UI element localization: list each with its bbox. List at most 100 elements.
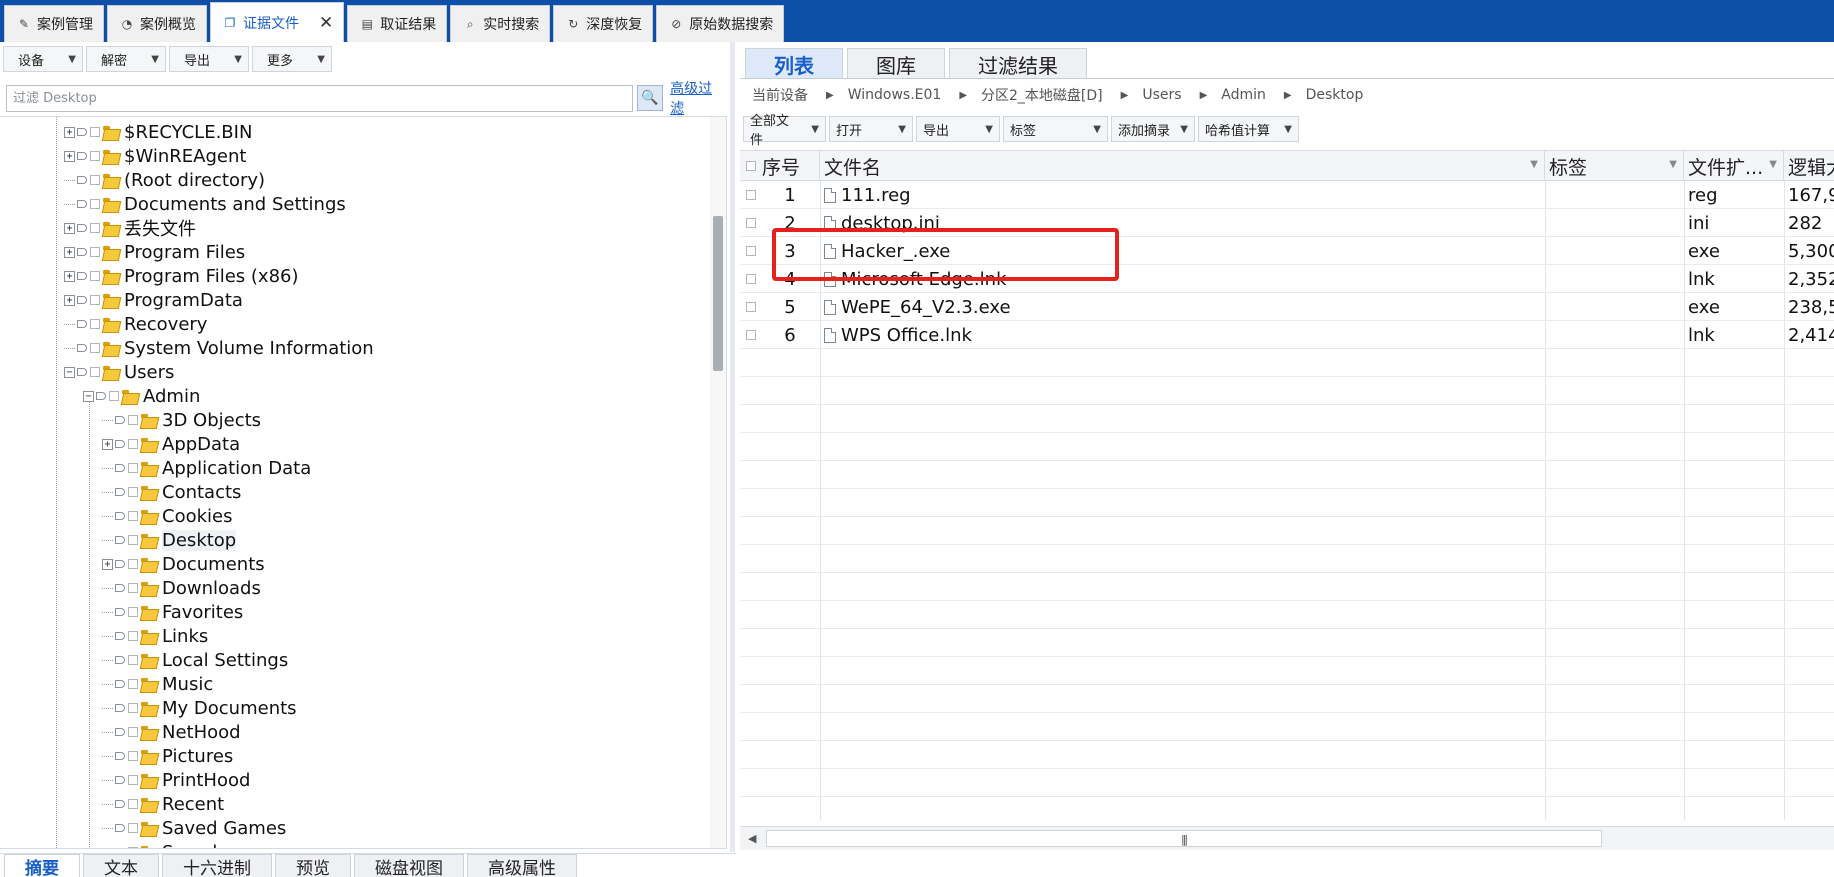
breadcrumb-item[interactable]: 当前设备 [752,85,808,105]
filter-icon[interactable]: ▼ [1769,159,1777,170]
tree-node[interactable]: + AppData [102,432,240,456]
tab-hex[interactable]: 十六进制 [162,854,272,877]
tree-checkbox[interactable] [90,199,100,209]
tree-checkbox[interactable] [128,703,138,713]
breadcrumb-item[interactable]: Desktop [1306,87,1364,103]
scrollbar-thumb[interactable] [713,216,723,371]
tree-node[interactable]: NetHood [102,720,241,744]
expand-icon[interactable]: + [64,222,75,234]
tree-checkbox[interactable] [128,727,138,737]
tree-node[interactable]: (Root directory) [64,168,265,192]
tree-node[interactable]: Saved Games [102,816,286,840]
tree-node[interactable]: + $WinREAgent [64,144,246,168]
row-checkbox[interactable] [746,190,756,200]
pane-splitter[interactable] [730,42,735,852]
table-row[interactable]: 3 Hacker_.exe exe 5,300 [740,237,1834,265]
tree-checkbox[interactable] [128,463,138,473]
tree-node[interactable]: Local Settings [102,648,288,672]
open-dropdown[interactable]: 打开 ▼ [829,116,913,142]
tree-scrollbar[interactable] [710,117,726,848]
tree-node[interactable]: − Users [64,360,174,384]
row-checkbox[interactable] [746,246,756,256]
table-row[interactable]: 5 WePE_64_V2.3.exe exe 238,5 [740,293,1834,321]
tab-disk-view[interactable]: 磁盘视图 [354,854,464,877]
tree-node[interactable]: Links [102,624,208,648]
table-row[interactable]: 2 desktop.ini ini 282 [740,209,1834,237]
tree-checkbox[interactable] [90,319,100,329]
decrypt-dropdown[interactable]: 解密 ▼ [86,46,166,72]
filter-icon[interactable]: ▼ [1530,159,1538,170]
tree-checkbox[interactable] [90,151,100,161]
tree-node[interactable]: Pictures [102,744,233,768]
expand-icon[interactable]: + [64,126,75,138]
horizontal-scrollbar[interactable]: ◀ ||| [740,826,1834,850]
breadcrumb-item[interactable]: Admin [1221,87,1266,103]
tree-node[interactable]: Favorites [102,600,243,624]
filter-input[interactable] [6,84,634,112]
search-button[interactable]: 🔍 [637,85,664,111]
breadcrumb-item[interactable]: Windows.E01 [848,87,942,103]
device-dropdown[interactable]: 设备 ▼ [3,46,83,72]
table-row[interactable]: 1 111.reg reg 167,9 [740,181,1834,209]
tab-preview[interactable]: 预览 [275,854,351,877]
tree-node[interactable]: + ProgramData [64,288,243,312]
tree-checkbox[interactable] [128,511,138,521]
tree-node[interactable]: Music [102,672,213,696]
tree-node[interactable]: Downloads [102,576,261,600]
table-row[interactable]: 4 Microsoft Edge.lnk lnk 2,352 [740,265,1834,293]
column-header-extension[interactable]: 文件扩... ▼ [1684,151,1784,181]
tree-checkbox[interactable] [90,247,100,257]
tree-checkbox[interactable] [128,607,138,617]
tab-filter-results[interactable]: 过滤结果 [949,48,1087,79]
tree-node[interactable]: System Volume Information [64,336,374,360]
tab-summary[interactable]: 摘要 [4,854,80,877]
tree-checkbox[interactable] [90,271,100,281]
tree-checkbox[interactable] [90,223,100,233]
tree-node[interactable]: + Program Files [64,240,245,264]
tree-checkbox[interactable] [128,847,138,848]
tab-raw-data-search[interactable]: ⊘ 原始数据搜索 [656,5,785,42]
breadcrumb-item[interactable]: 分区2_本地磁盘[D] [981,85,1103,105]
tree-checkbox[interactable] [128,415,138,425]
tree-node[interactable]: Contacts [102,480,241,504]
hash-calc-dropdown[interactable]: 哈希值计算 ▼ [1198,116,1299,142]
tree-node[interactable]: My Documents [102,696,297,720]
tree-checkbox[interactable] [90,367,100,377]
tree-node[interactable]: + 丢失文件 [64,216,196,240]
row-checkbox[interactable] [746,274,756,284]
tree-node[interactable]: Documents and Settings [64,192,346,216]
close-icon[interactable]: ✕ [319,13,333,33]
collapse-icon[interactable]: − [83,390,94,402]
expand-icon[interactable]: + [64,270,75,282]
tree-node[interactable]: Recovery [64,312,207,336]
tree-checkbox[interactable] [109,391,119,401]
tree-checkbox[interactable] [128,775,138,785]
tab-evidence-files[interactable]: ❐ 证据文件 ✕ [210,2,345,42]
tree-node[interactable]: − Admin [83,384,200,408]
column-header-tag[interactable]: 标签 ▼ [1545,151,1684,181]
chevron-left-icon[interactable]: ◀ [748,832,756,845]
tree-checkbox[interactable] [128,583,138,593]
row-checkbox[interactable] [746,302,756,312]
tree-checkbox[interactable] [128,655,138,665]
tree-node[interactable]: Recent [102,792,224,816]
tab-realtime-search[interactable]: ⌕ 实时搜索 [450,5,551,42]
column-header-index[interactable]: 序号 [740,151,820,181]
scrollbar-thumb[interactable]: ||| [766,830,1602,847]
tree-checkbox[interactable] [90,127,100,137]
expand-icon[interactable]: + [64,150,75,162]
tree-node[interactable]: + $RECYCLE.BIN [64,120,252,144]
tree-checkbox[interactable] [128,559,138,569]
tab-case-overview[interactable]: ◔ 案例概览 [107,5,207,42]
select-all-checkbox[interactable] [746,161,756,171]
column-header-filename[interactable]: 文件名 ▼ [820,151,1545,181]
expand-icon[interactable]: + [64,294,75,306]
column-header-logical-size[interactable]: 逻辑大 [1784,151,1834,181]
table-row[interactable]: 6 WPS Office.lnk lnk 2,414 [740,321,1834,349]
advanced-filter-link[interactable]: 高级过滤 [670,78,726,118]
tags-dropdown[interactable]: 标签 ▼ [1003,116,1108,142]
tree-checkbox[interactable] [128,631,138,641]
filter-icon[interactable]: ▼ [1669,159,1677,170]
row-checkbox[interactable] [746,218,756,228]
breadcrumb-item[interactable]: Users [1142,87,1181,103]
